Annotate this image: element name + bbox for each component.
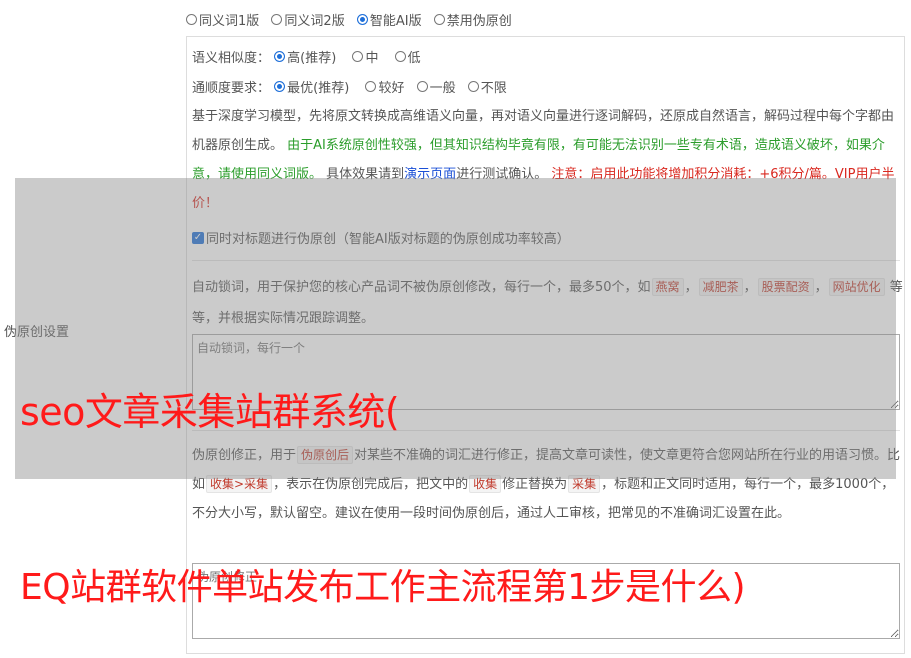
similarity-label: 语义相似度： bbox=[192, 51, 271, 66]
radio-selected-icon[interactable] bbox=[274, 51, 286, 62]
radio-icon[interactable] bbox=[186, 14, 197, 25]
radio-icon[interactable] bbox=[416, 81, 428, 92]
fluency-option-best[interactable]: 最优(推荐) bbox=[274, 77, 349, 96]
similarity-option-high[interactable]: 高(推荐) bbox=[274, 47, 336, 66]
radio-icon[interactable] bbox=[467, 81, 479, 92]
similarity-option-mid[interactable]: 中 bbox=[352, 47, 378, 66]
radio-icon[interactable] bbox=[271, 14, 283, 25]
similarity-row: 语义相似度： 高(推荐) 中 低 bbox=[192, 47, 429, 66]
fluency-option-normal[interactable]: 一般 bbox=[416, 77, 456, 96]
fluency-label: 通顺度要求： bbox=[192, 81, 271, 96]
radio-icon[interactable] bbox=[365, 81, 377, 92]
fluency-option-any[interactable]: 不限 bbox=[467, 77, 507, 96]
similarity-option-low[interactable]: 低 bbox=[394, 47, 421, 66]
radio-icon[interactable] bbox=[394, 51, 406, 62]
fluency-row: 通顺度要求： 最优(推荐) 较好 一般 不限 bbox=[192, 77, 515, 96]
overlay-title-line2: EQ站群软件单站发布工作主流程第1步是什么) bbox=[20, 567, 746, 608]
version-option-ai[interactable]: 智能AI版 bbox=[356, 10, 422, 29]
fluency-option-good[interactable]: 较好 bbox=[365, 77, 404, 96]
radio-icon[interactable] bbox=[433, 14, 445, 25]
version-option-synonym1[interactable]: 同义词1版 bbox=[186, 10, 259, 29]
radio-selected-icon[interactable] bbox=[274, 81, 286, 92]
version-radio-group: 同义词1版 同义词2版 智能AI版 禁用伪原创 bbox=[186, 10, 520, 29]
radio-icon[interactable] bbox=[352, 51, 364, 62]
radio-selected-icon[interactable] bbox=[356, 14, 368, 25]
version-option-synonym2[interactable]: 同义词2版 bbox=[271, 10, 345, 29]
correction-text: ，表示在伪原创完成后，把文中的 bbox=[273, 477, 469, 492]
overlay-title-line1: seo文章采集站群系统( bbox=[20, 390, 400, 434]
correction-text: 修正替换为 bbox=[502, 477, 568, 492]
version-option-disable[interactable]: 禁用伪原创 bbox=[433, 10, 512, 29]
